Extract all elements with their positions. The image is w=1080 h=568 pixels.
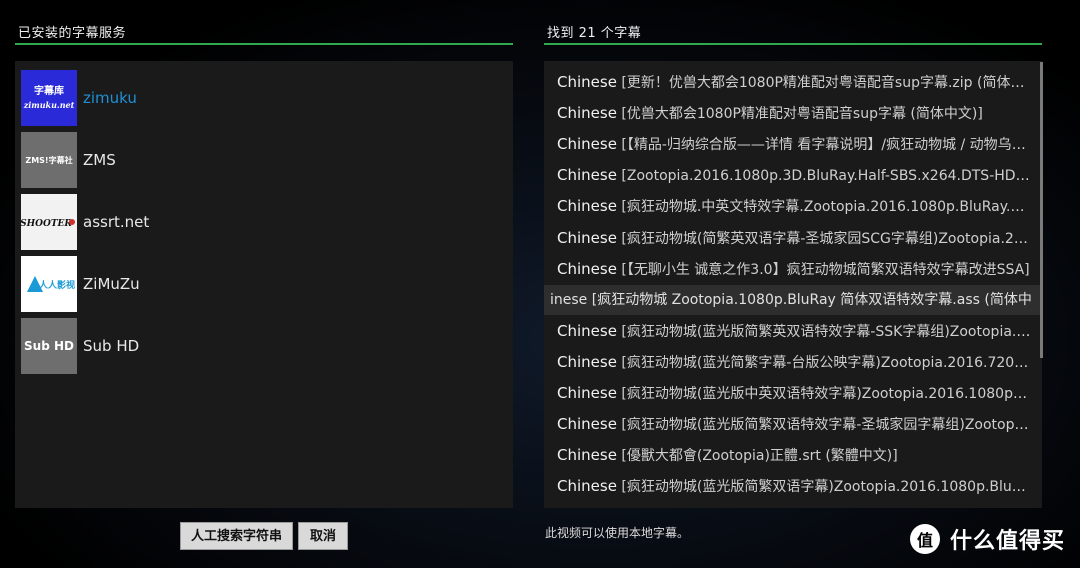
watermark: 值 什么值得买 [910,522,1065,556]
manual-search-button[interactable]: 人工搜索字符串 [180,522,293,550]
subtitle-language: Chinese [557,352,617,371]
subtitle-language: Chinese [557,415,617,434]
subtitle-list: Chinese [更新！优兽大都会1080P精准配对粤语配音sup字幕.zip … [544,61,1042,508]
subtitle-name: [Zootopia.2016.1080p.3D.BluRay.Half-SBS.… [621,168,1031,185]
subtitle-item[interactable]: Chinese [更新！优兽大都会1080P精准配对粤语配音sup字幕.zip … [557,67,1031,97]
subtitle-language: Chinese [557,477,617,496]
subtitle-item[interactable]: Chinese [疯狂动物城(蓝光简繁字幕-台版公映字幕)Zootopia.20… [557,347,1031,377]
subtitle-language: Chinese [557,259,617,278]
zimuku-logo: 字幕库 zimuku.net [21,70,77,126]
service-item-zimuku[interactable]: 字幕库 zimuku.net zimuku [21,70,501,126]
shooter-logo: SHOOTER [21,194,77,250]
svg-text:Sub HD: Sub HD [24,339,74,353]
subtitle-name: [疯狂动物城(蓝光版简繁双语字幕)Zootopia.2016.1080p.Blu… [621,479,1031,496]
subtitle-item[interactable]: Chinese [疯狂动物城(蓝光版简繁英双语特效字幕-SSK字幕组)Zooto… [557,316,1031,346]
svg-text:人人影视: 人人影视 [38,279,75,291]
subtitle-name: [疯狂动物城(蓝光版中英双语特效字幕)Zootopia.2016.1080p.B… [621,386,1031,402]
subtitle-name: [更新！优兽大都会1080P精准配对粤语配音sup字幕.zip (简体中文)] [621,75,1031,91]
subtitle-language: Chinese [557,321,617,340]
subtitle-item[interactable]: Chinese [疯狂动物城(蓝光版简繁双语字幕)Zootopia.2016.1… [557,471,1031,501]
service-item-zimuzu[interactable]: 人人影视 ZiMuZu [21,256,501,312]
right-heading-underline [544,43,1042,45]
subtitle-item[interactable]: Chinese [疯狂动物城(蓝光版简繁双语特效字幕-圣城家园字幕组)Zooto… [557,409,1031,439]
zms-logo: ZMS!字幕社 [21,132,77,188]
subtitle-item[interactable]: Chinese [优兽大都会1080P精准配对粤语配音sup字幕 (简体中文)] [557,98,1031,128]
subtitle-name: [【无聊小生 诚意之作3.0】疯狂动物城简繁双语特效字幕改进SSA] [621,261,1030,278]
service-item-zms[interactable]: ZMS!字幕社 ZMS [21,132,501,188]
service-label: ZiMuZu [83,275,140,293]
subtitle-item[interactable]: Chinese [疯狂动物城(简繁英双语字幕-圣城家园SCG字幕组)Zootop… [557,223,1031,253]
subtitle-language: Chinese [557,135,617,154]
subtitle-language: Chinese [557,166,617,185]
subtitle-item-text: inese [疯狂动物城 Zootopia.1080p.BluRay 简体双语特… [550,291,1032,308]
service-item-subhd[interactable]: Sub HD Sub HD [21,318,501,374]
service-item-assrt[interactable]: SHOOTER assrt.net [21,194,501,250]
svg-text:ZMS!字幕社: ZMS!字幕社 [25,155,72,165]
subtitle-item[interactable]: Chinese [【精品-归纳综合版——详情 看字幕说明】/疯狂动物城 / 动物… [557,129,1031,159]
service-label: Sub HD [83,337,140,355]
subtitle-language: Chinese [557,197,617,216]
subtitle-item-focused[interactable]: inese [疯狂动物城 Zootopia.1080p.BluRay 简体双语特… [544,284,1040,315]
service-label: ZMS [83,151,116,169]
subtitle-name: [疯狂动物城(蓝光版简繁双语特效字幕-圣城家园字幕组)Zootopia] [621,417,1031,434]
subtitle-item[interactable]: Chinese [疯狂动物城(蓝光版中英双语特效字幕)Zootopia.2016… [557,378,1031,408]
status-text: 此视频可以使用本地字幕。 [545,526,690,540]
subtitle-dialog: 已安装的字幕服务 字幕库 zimuku.net zimuku ZMS!字幕社 Z… [0,0,1080,568]
subtitle-language: Chinese [557,228,617,247]
subtitle-item[interactable]: Chinese [疯狂动物城.中英文特效字幕.Zootopia.2016.108… [557,191,1031,221]
subtitle-name: [优兽大都会1080P精准配对粤语配音sup字幕 (简体中文)] [621,106,983,123]
watermark-text: 什么值得买 [950,529,1066,554]
service-label: assrt.net [83,213,150,231]
svg-text:SHOOTER: SHOOTER [21,219,72,229]
subtitle-language: Chinese [557,446,617,465]
svg-text:字幕库: 字幕库 [34,84,64,97]
zimuzu-logo: 人人影视 [21,256,77,312]
left-heading-underline [15,43,513,45]
services-panel: 字幕库 zimuku.net zimuku ZMS!字幕社 ZMS SHOOTE… [15,61,513,508]
watermark-logo-icon: 值 [910,524,940,554]
found-subtitles-heading: 找到 21 个字幕 [547,26,642,41]
subtitle-item[interactable]: Chinese [【无聊小生 诚意之作3.0】疯狂动物城简繁双语特效字幕改进SS… [557,254,1031,284]
subtitle-name: [疯狂动物城.中英文特效字幕.Zootopia.2016.1080p.BluRa… [621,199,1031,216]
subtitle-language: Chinese [557,384,617,402]
subtitle-name: [疯狂动物城(蓝光简繁字幕-台版公映字幕)Zootopia.2016.720p.… [621,354,1031,371]
subtitle-item[interactable]: Chinese [優獸大都會(Zootopia)正體.srt (繁體中文)] [557,440,1031,470]
subtitle-item[interactable]: Chinese [Zootopia.2016.1080p.3D.BluRay.H… [557,160,1031,190]
installed-services-heading: 已安装的字幕服务 [18,26,127,41]
cancel-button[interactable]: 取消 [298,522,348,550]
subtitle-language: Chinese [557,73,617,91]
subtitle-name: [疯狂动物城(简繁英双语字幕-圣城家园SCG字幕组)Zootopia.2016] [621,230,1031,247]
subtitle-name: [疯狂动物城(蓝光版简繁英双语特效字幕-SSK字幕组)Zootopia.2016… [621,323,1031,340]
subtitle-name: [優獸大都會(Zootopia)正體.srt (繁體中文)] [621,448,898,465]
subtitle-name: [【精品-归纳综合版——详情 看字幕说明】/疯狂动物城 / 动物乌托邦] [621,137,1031,154]
subhd-logo: Sub HD [21,318,77,374]
subtitle-language: Chinese [557,104,617,123]
subtitle-list-scrollbar[interactable] [1040,62,1043,358]
service-label: zimuku [83,89,137,107]
svg-text:zimuku.net: zimuku.net [23,100,75,110]
